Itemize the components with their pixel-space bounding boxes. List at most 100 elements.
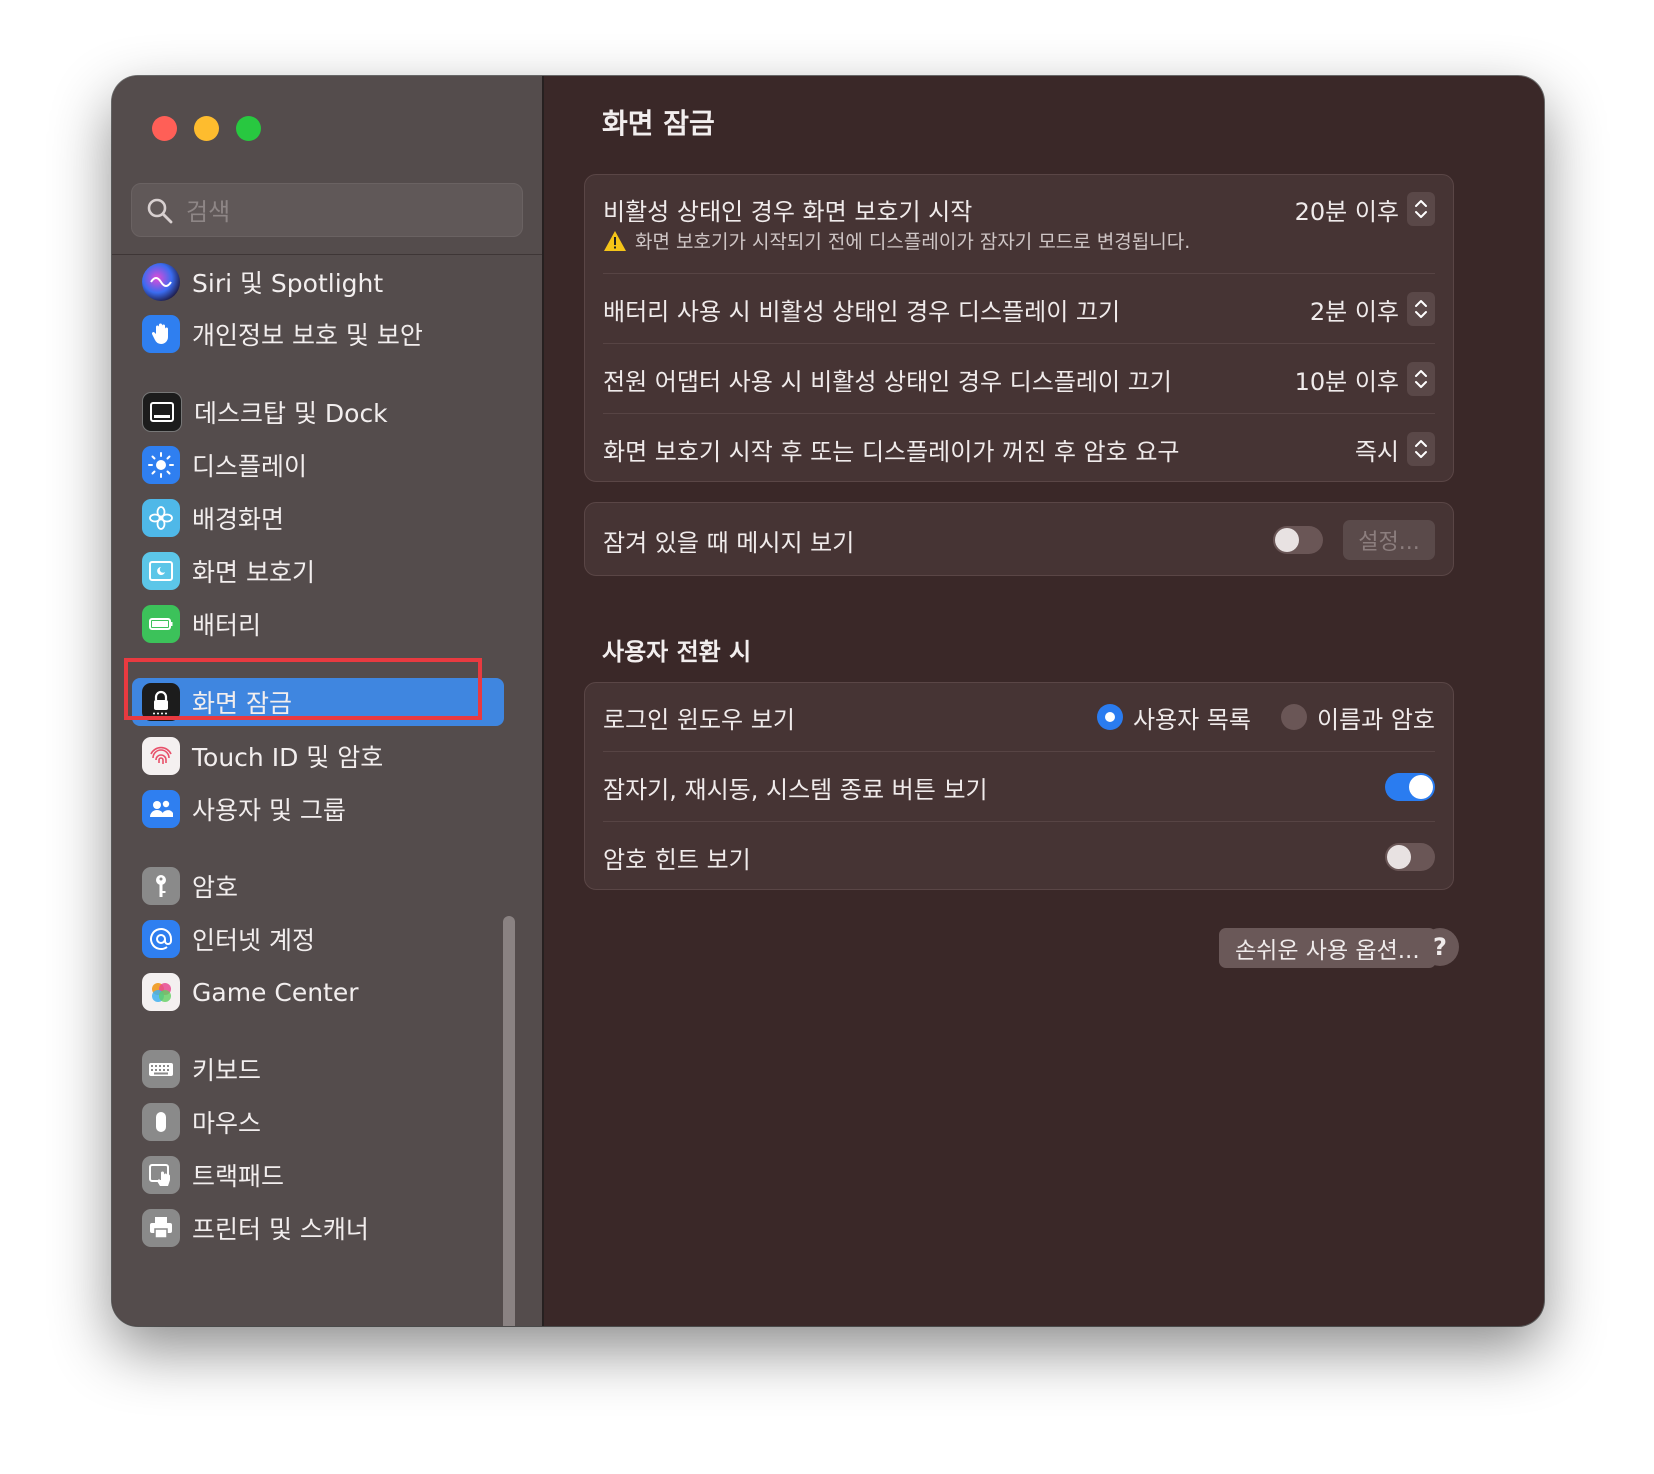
sleep-restart-toggle[interactable] (1385, 773, 1435, 801)
radio-name-password[interactable]: 이름과 암호 (1280, 700, 1435, 735)
lock-message-row: 잠겨 있을 때 메시지 보기 설정... (603, 519, 1435, 561)
section-title: 사용자 전환 시 (602, 638, 752, 666)
sidebar-item-wallpaper[interactable]: 배경화면 (132, 494, 504, 542)
sidebar-item-battery[interactable]: 배터리 (132, 600, 504, 648)
sidebar-item-label: Game Center (192, 977, 359, 1007)
hand-icon (142, 315, 180, 353)
keyboard-icon (142, 1050, 180, 1088)
fingerprint-icon (142, 737, 180, 775)
sidebar-item-mouse[interactable]: 마우스 (132, 1098, 504, 1146)
sleep-restart-control (1385, 773, 1435, 801)
screensaver-start-popup[interactable]: 20분 이후 (1295, 192, 1435, 227)
minimize-window-button[interactable] (194, 116, 219, 141)
lock-message-settings-button[interactable]: 설정... (1343, 520, 1435, 560)
lock-message-label: 잠겨 있을 때 메시지 보기 (603, 528, 855, 557)
close-window-button[interactable] (152, 116, 177, 141)
main-panel: 화면 잠금 비활성 상태인 경우 화면 보호기 시작 20분 이후 화면 보호기… (544, 76, 1544, 1326)
screensaver-start-label: 비활성 상태인 경우 화면 보호기 시작 (603, 197, 973, 226)
accessibility-options-button[interactable]: 손쉬운 사용 옵션... (1219, 928, 1436, 968)
require-password-popup[interactable]: 즉시 (1355, 432, 1435, 467)
radio-unselected-icon (1280, 704, 1307, 730)
password-hint-label: 암호 힌트 보기 (603, 845, 751, 874)
sidebar-item-game-center[interactable]: Game Center (132, 968, 504, 1016)
battery-icon (142, 605, 180, 643)
sidebar-item-label: 개인정보 보호 및 보안 (192, 321, 423, 350)
dock-icon (142, 392, 182, 432)
screensaver-warning: 화면 보호기가 시작되기 전에 디스플레이가 잠자기 모드로 변경됩니다. (603, 227, 1190, 254)
divider (603, 343, 1435, 344)
battery-display-off-popup[interactable]: 2분 이후 (1310, 292, 1435, 327)
search-box[interactable] (131, 183, 523, 237)
lock-message-card: 잠겨 있을 때 메시지 보기 설정... (584, 502, 1454, 576)
password-hint-row: 암호 힌트 보기 (603, 839, 1435, 875)
sidebar-item-desktop-dock[interactable]: 데스크탑 및 Dock (132, 388, 504, 436)
zoom-window-button[interactable] (236, 116, 261, 141)
help-button[interactable]: ? (1421, 928, 1459, 966)
divider (603, 273, 1435, 274)
password-hint-toggle[interactable] (1385, 843, 1435, 871)
divider (603, 751, 1435, 752)
chevron-updown-icon (1407, 292, 1435, 326)
radio-selected-icon (1096, 704, 1123, 730)
adapter-display-off-value: 10분 이후 (1294, 367, 1399, 396)
sidebar-item-siri[interactable]: Siri 및 Spotlight (132, 258, 504, 306)
mouse-icon (142, 1103, 180, 1141)
sidebar-item-trackpad[interactable]: 트랙패드 (132, 1151, 504, 1199)
sidebar-item-display[interactable]: 디스플레이 (132, 441, 504, 489)
sidebar-divider (112, 254, 542, 255)
sidebar-item-label: 프린터 및 스캐너 (192, 1215, 369, 1244)
sidebar-item-touch-id[interactable]: Touch ID 및 암호 (132, 732, 504, 780)
system-settings-window: Siri 및 Spotlight 개인정보 보호 및 보안 데스크탑 및 Doc… (112, 76, 1544, 1326)
sidebar-item-label: 마우스 (192, 1109, 262, 1138)
printer-icon (142, 1209, 180, 1247)
sidebar-item-internet-accounts[interactable]: 인터넷 계정 (132, 915, 504, 963)
sidebar-item-users-groups[interactable]: 사용자 및 그룹 (132, 785, 504, 833)
battery-display-off-label: 배터리 사용 시 비활성 상태인 경우 디스플레이 끄기 (603, 297, 1121, 326)
require-password-row: 화면 보호기 시작 후 또는 디스플레이가 꺼진 후 암호 요구 즉시 (603, 431, 1435, 467)
sidebar-item-label: Siri 및 Spotlight (192, 269, 384, 298)
toggle-knob (1275, 528, 1299, 552)
sidebar-list: Siri 및 Spotlight 개인정보 보호 및 보안 데스크탑 및 Doc… (112, 256, 542, 1326)
sidebar-item-printers[interactable]: 프린터 및 스캐너 (132, 1204, 504, 1252)
sidebar-item-keyboard[interactable]: 키보드 (132, 1045, 504, 1093)
sidebar-item-privacy[interactable]: 개인정보 보호 및 보안 (132, 310, 504, 358)
toggle-knob (1409, 775, 1433, 799)
adapter-display-off-popup[interactable]: 10분 이후 (1295, 362, 1435, 397)
login-window-label: 로그인 윈도우 보기 (603, 705, 795, 734)
sleep-restart-label: 잠자기, 재시동, 시스템 종료 버튼 보기 (603, 775, 988, 804)
sidebar-item-label: 배터리 (192, 611, 262, 640)
sidebar-item-label: 인터넷 계정 (192, 926, 315, 955)
battery-display-off-value: 2분 이후 (1309, 297, 1399, 326)
screensaver-start-row: 비활성 상태인 경우 화면 보호기 시작 20분 이후 (603, 191, 1435, 227)
screensaver-start-value: 20분 이후 (1294, 197, 1399, 226)
sidebar-item-label: Touch ID 및 암호 (192, 743, 384, 772)
sidebar-item-lock-screen[interactable]: 화면 잠금 (132, 678, 504, 726)
toggle-knob (1387, 845, 1411, 869)
search-input[interactable] (184, 194, 508, 230)
lock-icon (142, 683, 180, 721)
divider (603, 821, 1435, 822)
chevron-updown-icon (1407, 362, 1435, 396)
divider (603, 413, 1435, 414)
lock-message-toggle[interactable] (1273, 526, 1323, 554)
radio-name-password-label: 이름과 암호 (1316, 705, 1435, 734)
key-icon (142, 867, 180, 905)
game-center-icon (142, 973, 180, 1011)
sidebar-item-label: 사용자 및 그룹 (192, 796, 346, 825)
sun-icon (142, 446, 180, 484)
sidebar-item-screensaver[interactable]: 화면 보호기 (132, 547, 504, 595)
sidebar-item-label: 화면 보호기 (192, 558, 315, 587)
sidebar-item-label: 키보드 (192, 1056, 262, 1085)
at-icon (142, 920, 180, 958)
siri-icon (142, 263, 180, 301)
adapter-display-off-row: 전원 어댑터 사용 시 비활성 상태인 경우 디스플레이 끄기 10분 이후 (603, 361, 1435, 397)
sidebar-item-label: 디스플레이 (192, 452, 308, 481)
login-window-row: 로그인 윈도우 보기 사용자 목록 이름과 암호 (603, 699, 1435, 735)
chevron-updown-icon (1407, 432, 1435, 466)
sidebar-scrollbar[interactable] (503, 916, 515, 1326)
radio-user-list[interactable]: 사용자 목록 (1096, 700, 1251, 735)
sidebar-item-label: 트랙패드 (192, 1162, 285, 1191)
sidebar-item-passwords[interactable]: 암호 (132, 862, 504, 910)
password-hint-control (1385, 843, 1435, 871)
require-password-value: 즉시 (1354, 437, 1399, 466)
